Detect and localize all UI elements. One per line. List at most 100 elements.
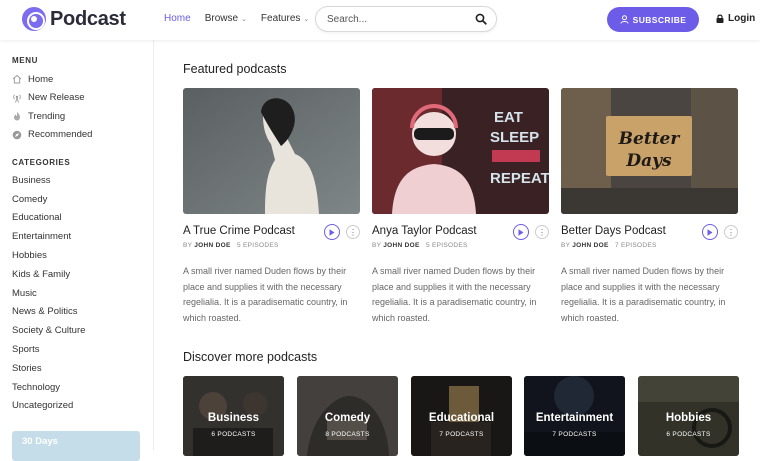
podcast-author[interactable]: JOHN DOE [194,242,230,249]
search-input[interactable] [327,13,475,25]
sidebar-category[interactable]: Music [12,284,85,303]
sign-sleep: SLEEP [490,129,539,146]
podcast-meta: BY JOHN DOE 7 EPISODES [561,242,657,249]
podcast-author[interactable]: JOHN DOE [383,242,419,249]
brand-name: Podcast [50,7,126,30]
podcast-cover-image[interactable] [183,88,360,214]
category-count: 6 PODCASTS [211,431,256,438]
podcast-meta: BY JOHN DOE 5 EPISODES [372,242,468,249]
sidebar-item-home[interactable]: Home [12,70,92,89]
top-header: Podcast Home Browse⌄ Features⌄ SUBSCRIBE… [0,0,760,40]
play-icon [329,228,335,236]
subscribe-button[interactable]: SUBSCRIBE [607,7,699,32]
podcast-card: EAT SLEEP REPEAT Anya Taylor Podcast BY … [372,88,549,323]
podcast-title[interactable]: Anya Taylor Podcast [372,225,477,237]
play-button[interactable] [702,224,718,240]
more-options-button[interactable]: ⋮ [346,225,360,239]
category-name: Hobbies [665,412,712,424]
more-vertical-icon: ⋮ [349,227,357,237]
sidebar-category[interactable]: Stories [12,359,85,378]
sidebar-category[interactable]: Technology [12,378,85,397]
sidebar-category[interactable]: Kids & Family [12,265,85,284]
category-count: 8 PODCASTS [325,431,370,438]
chevron-down-icon: ⌄ [241,15,247,23]
more-options-button[interactable]: ⋮ [724,225,738,239]
podcast-cover-image[interactable]: Better Days [561,88,738,214]
sidebar-item-recommended[interactable]: Recommended [12,126,92,145]
search-icon[interactable] [475,13,487,25]
subscribe-label: SUBSCRIBE [632,14,687,25]
sidebar-item-label: New Release [28,92,85,104]
more-vertical-icon: ⋮ [538,227,546,237]
more-options-button[interactable]: ⋮ [535,225,549,239]
sidebar-category[interactable]: Entertainment [12,227,85,246]
sidebar-item-label: Home [28,73,54,85]
category-tile-business[interactable]: Business 6 PODCASTS [183,376,284,456]
featured-heading: Featured podcasts [183,62,287,76]
nav-home-label: Home [164,13,191,24]
podcast-title[interactable]: A True Crime Podcast [183,225,295,237]
sign-eat: EAT [494,109,523,126]
discover-heading: Discover more podcasts [183,350,318,364]
sidebar-category[interactable]: Sports [12,340,85,359]
sidebar-category[interactable]: Business [12,171,85,190]
main-nav: Home Browse ⌄ Features ⌄ [164,13,323,24]
category-tile-entertainment[interactable]: Entertainment 7 PODCASTS [524,376,625,456]
more-vertical-icon: ⋮ [727,227,735,237]
sidebar-category[interactable]: Educational [12,209,85,228]
by-label: BY [183,242,193,249]
category-count: 7 PODCASTS [552,431,597,438]
nav-features[interactable]: Features ⌄ [261,13,309,24]
sidebar-item-trending[interactable]: Trending [12,107,92,126]
sidebar-category[interactable]: Society & Culture [12,321,85,340]
category-tile-comedy[interactable]: Comedy 8 PODCASTS [297,376,398,456]
podcast-description: A small river named Duden flows by their… [183,266,348,323]
nav-home[interactable]: Home [164,13,191,24]
compass-icon [12,130,22,140]
sign-days: Days [625,151,672,171]
play-icon [518,228,524,236]
episode-count: 7 EPISODES [614,242,657,249]
fire-icon [14,112,20,121]
podcast-cover-image[interactable]: EAT SLEEP REPEAT [372,88,549,214]
sidebar-category[interactable]: Comedy [12,190,85,209]
category-tile-educational[interactable]: Educational 7 PODCASTS [411,376,512,456]
brand-logo[interactable]: Podcast [22,7,126,31]
category-tile-hobbies[interactable]: Hobbies 6 PODCASTS [638,376,739,456]
episode-count: 5 EPISODES [425,242,468,249]
sign-repeat: REPEAT [490,170,549,187]
user-icon [620,15,629,24]
sidebar-category[interactable]: Uncategorized [12,397,85,416]
category-list: Business Comedy Educational Entertainmen… [12,171,85,415]
login-label: Login [728,13,756,24]
category-name: Comedy [324,412,371,424]
sign-better: Better [618,129,681,149]
by-label: BY [561,242,571,249]
podcast-author[interactable]: JOHN DOE [572,242,608,249]
chevron-down-icon: ⌄ [303,15,310,23]
sidebar-category[interactable]: Hobbies [12,246,85,265]
nav-features-label: Features [260,13,301,24]
podcast-description: A small river named Duden flows by their… [372,266,537,323]
menu-heading: MENU [12,56,38,65]
play-icon [707,228,713,236]
category-name: Entertainment [535,412,614,424]
promo-banner[interactable]: 30 Days [12,431,140,461]
nav-browse[interactable]: Browse ⌄ [205,13,247,24]
play-button[interactable] [513,224,529,240]
episode-count: 5 EPISODES [236,242,279,249]
menu-list: Home New Release Trending Recommended [12,70,92,144]
category-count: 6 PODCASTS [666,431,711,438]
lock-icon [716,14,724,23]
podcast-logo-icon [22,7,46,31]
home-icon [12,75,22,84]
podcast-card: Better Days Better Days Podcast BY JOHN … [561,88,738,323]
sidebar: MENU Home New Release Trending Recommend… [0,40,154,461]
login-link[interactable]: Login [716,13,755,24]
by-label: BY [372,242,382,249]
sidebar-category[interactable]: News & Politics [12,303,85,322]
podcast-title[interactable]: Better Days Podcast [561,225,666,237]
categories-heading: CATEGORIES [12,158,71,167]
play-button[interactable] [324,224,340,240]
sidebar-item-new-release[interactable]: New Release [12,89,92,108]
